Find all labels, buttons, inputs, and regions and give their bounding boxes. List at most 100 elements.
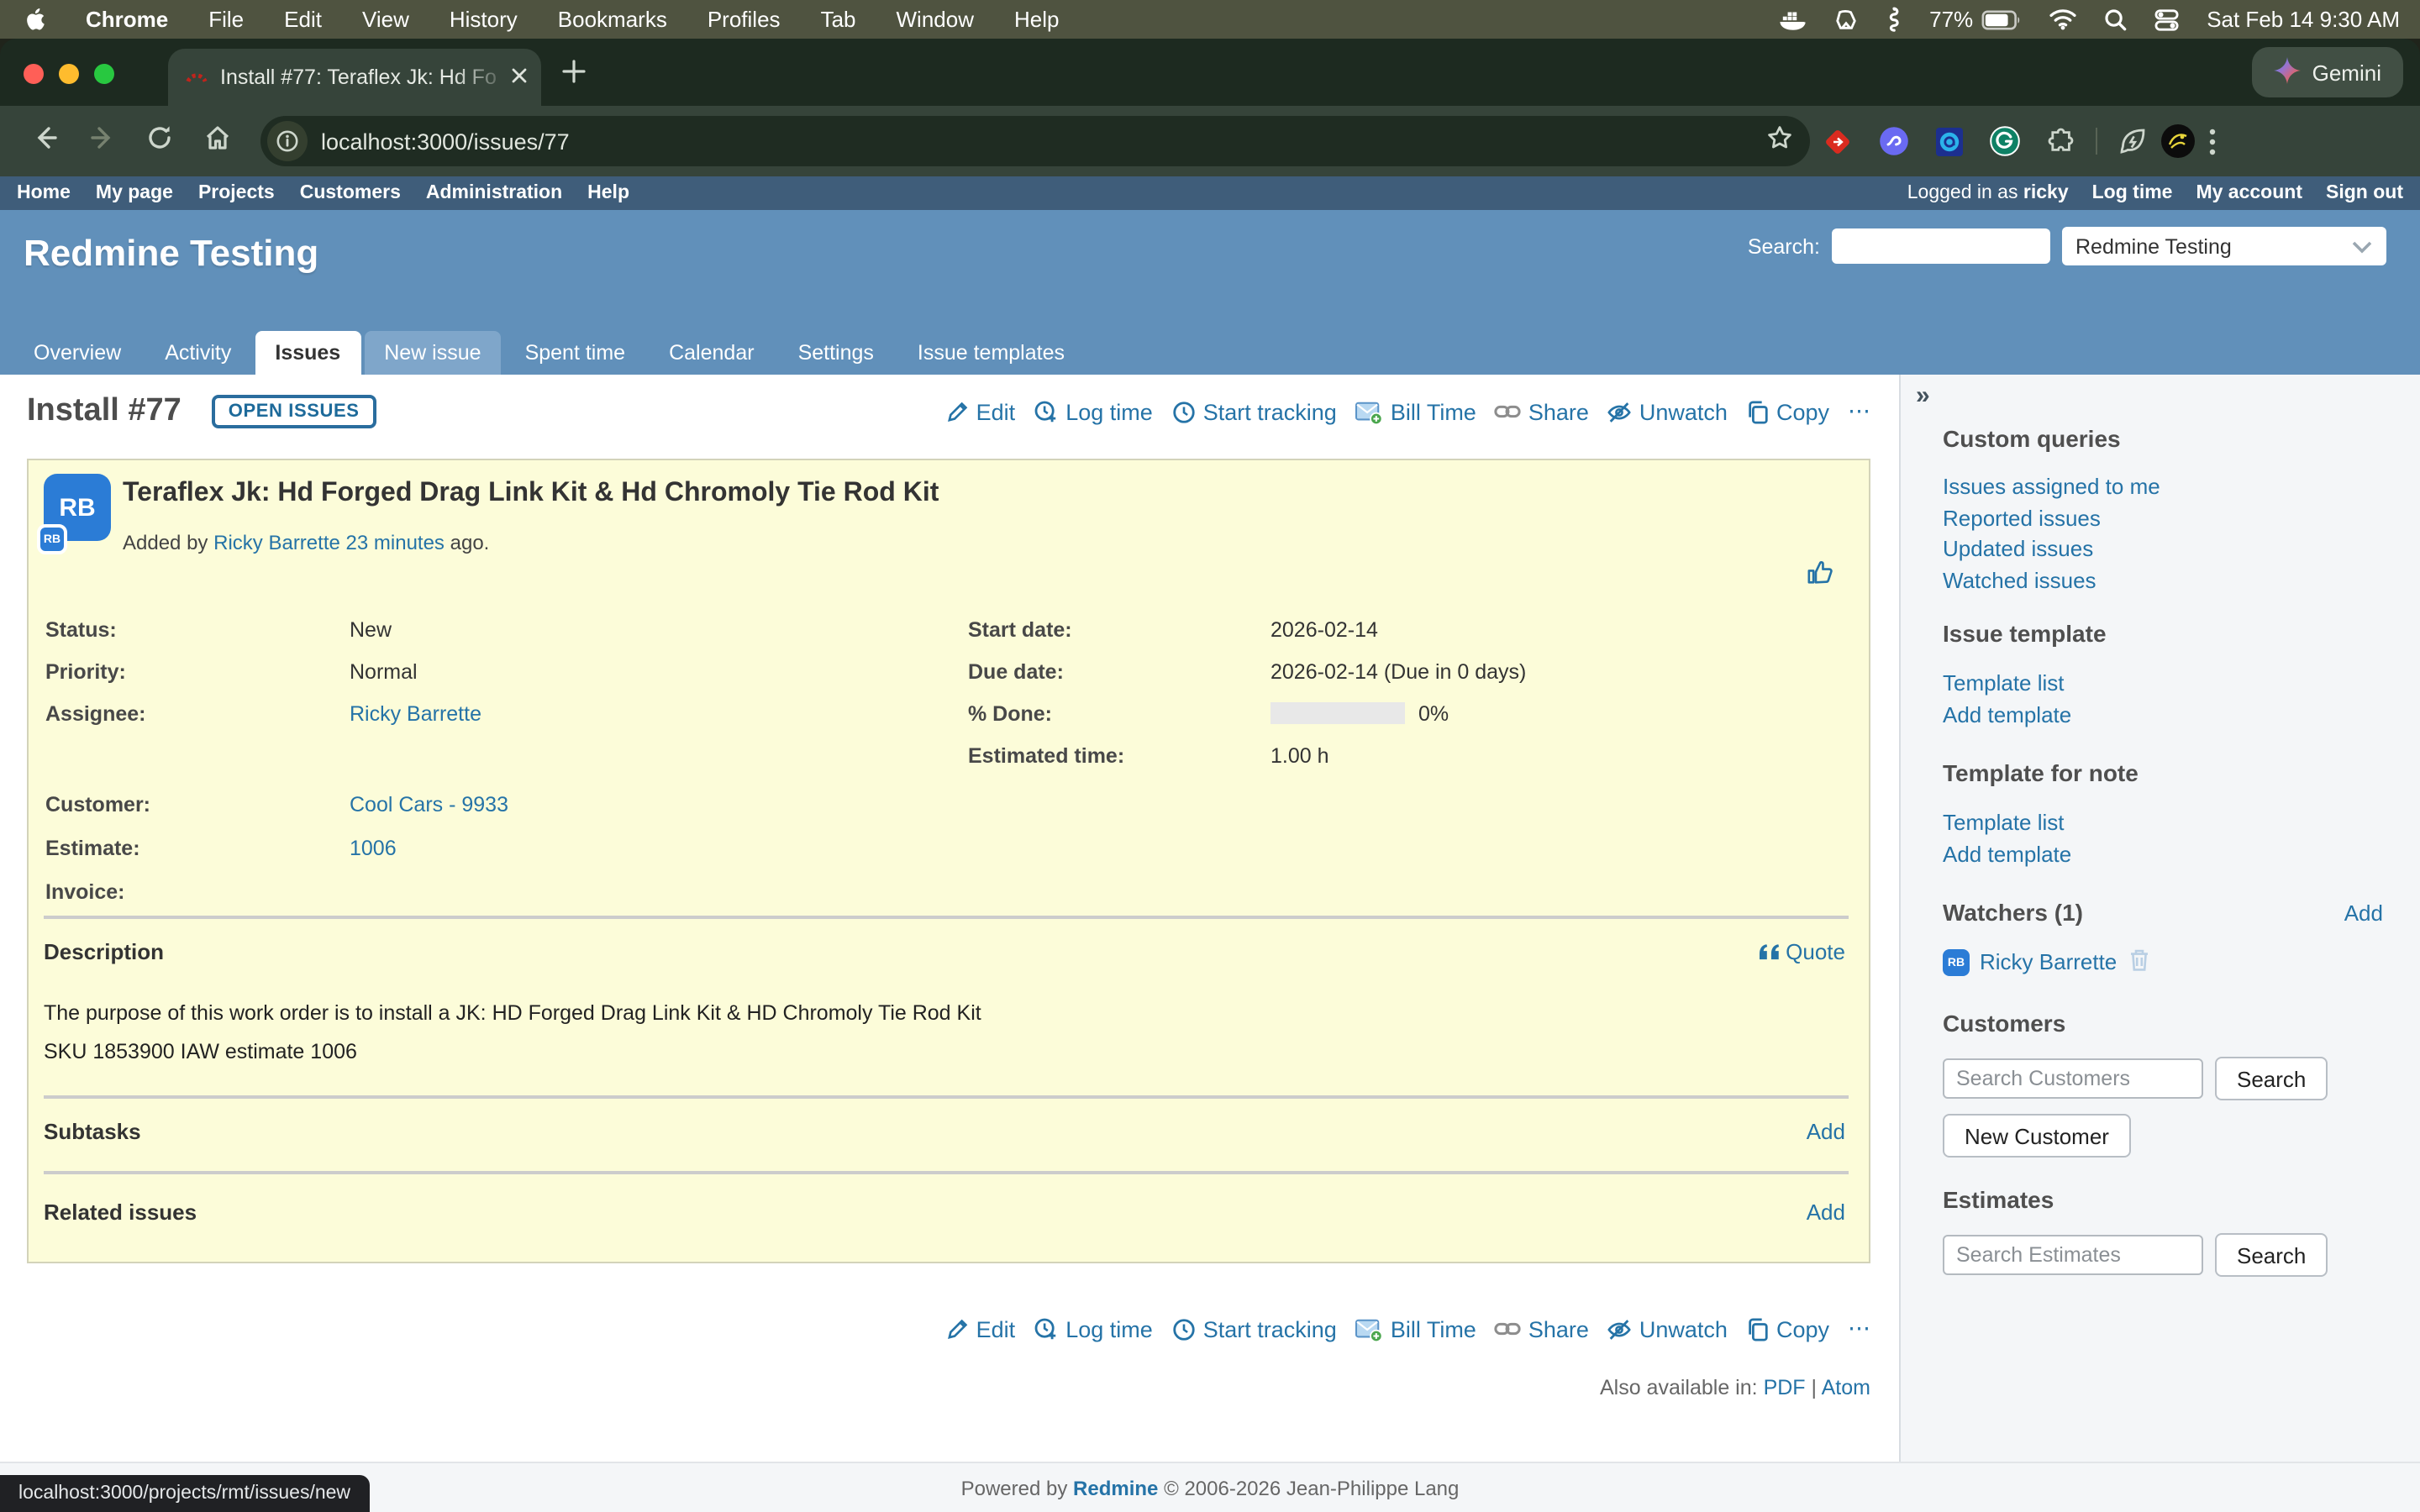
atom-link[interactable]: Atom bbox=[1822, 1376, 1870, 1399]
extension-purple-icon[interactable] bbox=[1879, 126, 1909, 156]
assignee-link[interactable]: Ricky Barrette bbox=[350, 701, 481, 725]
tab-settings[interactable]: Settings bbox=[778, 331, 894, 375]
menu-tab[interactable]: Tab bbox=[821, 7, 856, 32]
bill-time-button[interactable]: Bill Time bbox=[1355, 1316, 1476, 1341]
link-reported-issues[interactable]: Reported issues bbox=[1943, 503, 2383, 534]
close-window-button[interactable] bbox=[24, 64, 44, 84]
topmenu-sign-out[interactable]: Sign out bbox=[2326, 183, 2403, 203]
link-watched-issues[interactable]: Watched issues bbox=[1943, 565, 2383, 596]
start-tracking-button[interactable]: Start tracking bbox=[1171, 1316, 1337, 1341]
share-button[interactable]: Share bbox=[1495, 399, 1589, 424]
wifi-icon[interactable] bbox=[2049, 8, 2077, 30]
extension-red-icon[interactable] bbox=[1823, 127, 1852, 155]
menu-edit[interactable]: Edit bbox=[284, 7, 322, 32]
extensions-puzzle-icon[interactable] bbox=[2047, 127, 2075, 155]
energy-saver-leaf-icon[interactable] bbox=[2118, 126, 2148, 156]
topmenu-my-page[interactable]: My page bbox=[96, 183, 173, 203]
log-time-button[interactable]: Log time bbox=[1034, 1316, 1153, 1341]
share-button[interactable]: Share bbox=[1495, 1316, 1589, 1341]
menu-profiles[interactable]: Profiles bbox=[708, 7, 781, 32]
topmenu-customers[interactable]: Customers bbox=[300, 183, 401, 203]
browser-tab[interactable]: Install #77: Teraflex Jk: Hd Fo bbox=[168, 49, 541, 106]
unwatch-button[interactable]: Unwatch bbox=[1607, 399, 1728, 424]
topmenu-log-time[interactable]: Log time bbox=[2092, 183, 2173, 203]
link-add-template[interactable]: Add template bbox=[1943, 839, 2383, 870]
menu-view[interactable]: View bbox=[362, 7, 409, 32]
quote-button[interactable]: Quote bbox=[1757, 939, 1845, 964]
bill-time-button[interactable]: Bill Time bbox=[1355, 399, 1476, 424]
battery-indicator[interactable]: 77% bbox=[1929, 7, 2022, 32]
more-actions-button[interactable]: ⋯ bbox=[1848, 398, 1870, 425]
tab-spent-time[interactable]: Spent time bbox=[505, 331, 646, 375]
sidebar-collapse-icon[interactable]: » bbox=[1916, 381, 1930, 410]
chrome-menu-icon[interactable] bbox=[2208, 127, 2217, 155]
project-jump-select[interactable]: Redmine Testing bbox=[2062, 227, 2386, 265]
tab-issues[interactable]: Issues bbox=[255, 331, 360, 375]
copy-button[interactable]: Copy bbox=[1746, 399, 1829, 424]
link-add-template[interactable]: Add template bbox=[1943, 700, 2383, 731]
menu-bookmarks[interactable]: Bookmarks bbox=[558, 7, 667, 32]
new-tab-button[interactable] bbox=[561, 59, 587, 92]
estimate-link[interactable]: 1006 bbox=[350, 837, 397, 860]
edit-button[interactable]: Edit bbox=[946, 399, 1016, 424]
grammarly-icon[interactable] bbox=[1990, 126, 2020, 156]
home-icon[interactable] bbox=[203, 123, 232, 159]
unwatch-button[interactable]: Unwatch bbox=[1607, 1316, 1728, 1341]
more-actions-button[interactable]: ⋯ bbox=[1848, 1315, 1870, 1342]
tab-activity[interactable]: Activity bbox=[145, 331, 251, 375]
search-customers-input[interactable] bbox=[1943, 1058, 2203, 1099]
copy-button[interactable]: Copy bbox=[1746, 1316, 1829, 1341]
menu-file[interactable]: File bbox=[208, 7, 244, 32]
menubar-clock[interactable]: Sat Feb 14 9:30 AM bbox=[2207, 7, 2400, 32]
added-time-link[interactable]: 23 minutes bbox=[346, 531, 445, 554]
menu-help[interactable]: Help bbox=[1014, 7, 1060, 32]
link-template-list[interactable]: Template list bbox=[1943, 669, 2383, 700]
search-customers-button[interactable]: Search bbox=[2215, 1057, 2328, 1100]
edit-button[interactable]: Edit bbox=[946, 1316, 1016, 1341]
redmine-link[interactable]: Redmine bbox=[1073, 1476, 1158, 1499]
tab-overview[interactable]: Overview bbox=[13, 331, 141, 375]
spotlight-search-icon[interactable] bbox=[2104, 8, 2128, 31]
menu-history[interactable]: History bbox=[450, 7, 518, 32]
link-updated-issues[interactable]: Updated issues bbox=[1943, 534, 2383, 565]
tab-new-issue[interactable]: New issue bbox=[364, 331, 501, 375]
site-info-icon[interactable] bbox=[267, 121, 308, 161]
topmenu-projects[interactable]: Projects bbox=[198, 183, 275, 203]
paw-app-icon[interactable] bbox=[1833, 8, 1859, 31]
thumbs-up-icon[interactable] bbox=[1807, 558, 1835, 595]
profile-avatar[interactable] bbox=[2161, 124, 2195, 158]
tab-calendar[interactable]: Calendar bbox=[649, 331, 774, 375]
add-related-issue-link[interactable]: Add bbox=[1807, 1200, 1845, 1225]
address-bar[interactable]: localhost:3000/issues/77 bbox=[260, 116, 1810, 166]
topmenu-home[interactable]: Home bbox=[17, 183, 71, 203]
customer-link[interactable]: Cool Cars - 9933 bbox=[350, 793, 508, 816]
add-watcher-link[interactable]: Add bbox=[2344, 899, 2383, 930]
topmenu-administration[interactable]: Administration bbox=[426, 183, 562, 203]
add-subtask-link[interactable]: Add bbox=[1807, 1119, 1845, 1144]
snake-app-icon[interactable] bbox=[1886, 7, 1902, 32]
quick-search-input[interactable] bbox=[1832, 228, 2050, 264]
tab-close-icon[interactable] bbox=[511, 66, 528, 89]
author-link[interactable]: Ricky Barrette bbox=[213, 531, 340, 554]
zoom-window-button[interactable] bbox=[94, 64, 114, 84]
pdf-link[interactable]: PDF bbox=[1764, 1376, 1806, 1399]
tab-issue-templates[interactable]: Issue templates bbox=[897, 331, 1085, 375]
topmenu-my-account[interactable]: My account bbox=[2196, 183, 2302, 203]
search-estimates-button[interactable]: Search bbox=[2215, 1233, 2328, 1277]
minimize-window-button[interactable] bbox=[59, 64, 79, 84]
gemini-button[interactable]: Gemini bbox=[2252, 47, 2403, 97]
search-estimates-input[interactable] bbox=[1943, 1235, 2203, 1275]
forward-icon[interactable] bbox=[89, 123, 116, 159]
control-center-icon[interactable] bbox=[2154, 8, 2180, 31]
extension-blue-lock-icon[interactable] bbox=[1936, 127, 1963, 155]
menu-window[interactable]: Window bbox=[897, 7, 975, 32]
new-customer-button[interactable]: New Customer bbox=[1943, 1114, 2131, 1158]
reload-icon[interactable] bbox=[146, 123, 173, 159]
apple-menu-icon[interactable] bbox=[24, 7, 45, 32]
topmenu-help[interactable]: Help bbox=[587, 183, 629, 203]
open-issues-badge[interactable]: OPEN ISSUES bbox=[212, 395, 376, 428]
bookmark-star-icon[interactable] bbox=[1766, 123, 1793, 159]
start-tracking-button[interactable]: Start tracking bbox=[1171, 399, 1337, 424]
menubar-app-name[interactable]: Chrome bbox=[86, 7, 168, 32]
back-icon[interactable] bbox=[32, 123, 59, 159]
